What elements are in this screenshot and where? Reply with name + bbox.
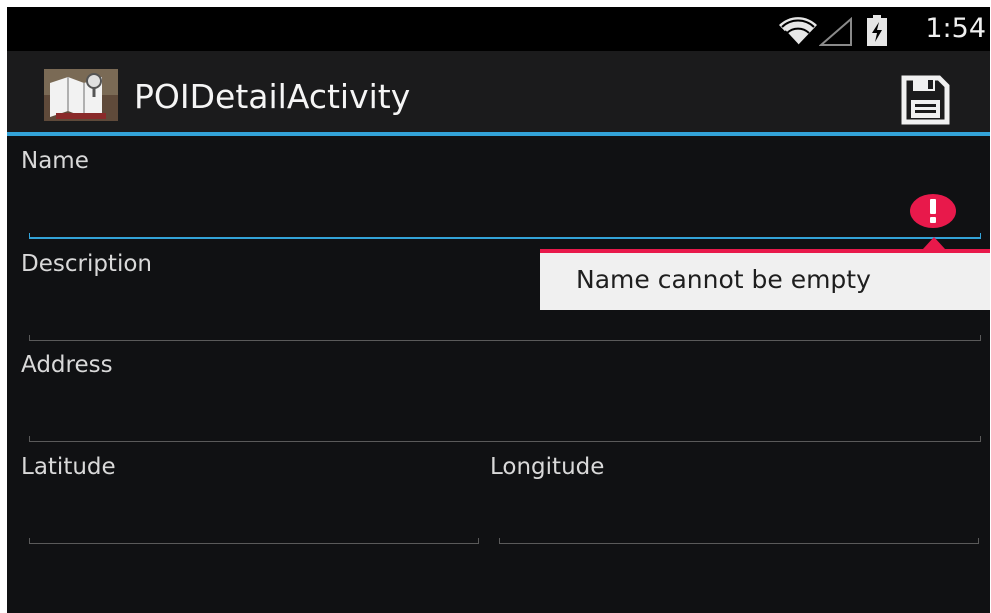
battery-charging-icon — [866, 15, 888, 51]
description-input-underline — [29, 335, 981, 341]
name-label: Name — [21, 148, 89, 174]
error-popup-pointer — [923, 237, 945, 249]
name-input-underline — [29, 233, 981, 239]
status-time: 1:54 — [925, 13, 986, 44]
status-bar: 1:54 — [7, 7, 990, 51]
error-icon — [909, 193, 957, 229]
description-label: Description — [21, 251, 152, 277]
device-screen: 1:54 POIDetailActivity Name Description … — [7, 7, 990, 613]
action-bar-divider — [7, 132, 990, 136]
error-message: Name cannot be empty — [576, 265, 871, 294]
latitude-input-underline — [29, 538, 479, 544]
name-input[interactable] — [29, 197, 907, 235]
map-app-icon[interactable] — [44, 69, 118, 121]
save-button[interactable] — [887, 71, 961, 127]
address-input-underline — [29, 436, 981, 442]
page-title: POIDetailActivity — [134, 77, 411, 116]
wifi-icon — [777, 15, 819, 51]
action-bar: POIDetailActivity — [7, 51, 990, 132]
latitude-label: Latitude — [21, 454, 116, 480]
longitude-input-underline — [499, 538, 979, 544]
address-label: Address — [21, 352, 113, 378]
cell-signal-icon — [818, 16, 853, 51]
longitude-label: Longitude — [490, 454, 605, 480]
save-icon — [887, 75, 961, 131]
error-popup: Name cannot be empty — [540, 249, 990, 310]
